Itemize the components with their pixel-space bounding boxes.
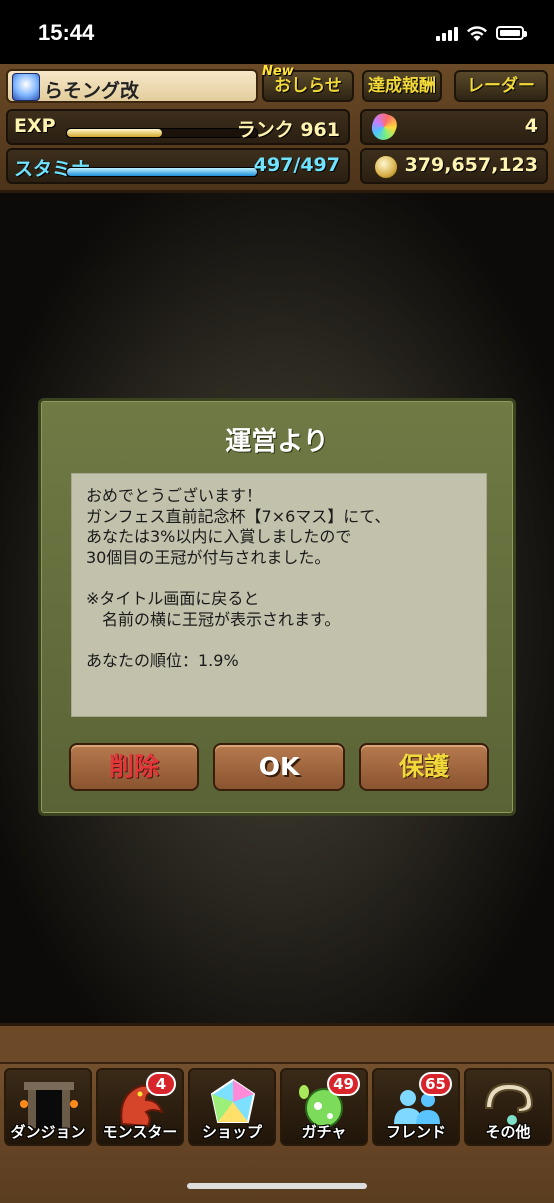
nav-shop-label: ショップ bbox=[201, 1123, 262, 1141]
message-line: ガンフェス直前記念杯【7×6マス】にて、 bbox=[86, 506, 391, 526]
dialog-title: 運営より bbox=[225, 427, 329, 457]
monster-count-badge: 4 bbox=[146, 1072, 176, 1096]
protect-button[interactable]: 保護 bbox=[359, 743, 489, 791]
friend-count-badge: 65 bbox=[419, 1072, 452, 1096]
message-line: 名前の横に王冠が表示されます。 bbox=[86, 609, 341, 629]
nav-gacha-label: ガチャ bbox=[301, 1123, 347, 1141]
exp-label: EXP bbox=[14, 115, 56, 137]
nav-monster[interactable]: 4 モンスター bbox=[96, 1068, 184, 1146]
wifi-icon bbox=[467, 26, 487, 41]
player-name: らそング改 bbox=[44, 80, 140, 102]
stamina-bar bbox=[66, 167, 258, 177]
nav-dungeon-label: ダンジョン bbox=[10, 1123, 86, 1141]
message-line bbox=[86, 568, 476, 589]
exp-bar bbox=[66, 128, 258, 138]
coin-count: 379,657,123 bbox=[404, 154, 538, 176]
message-line: 30個目の王冠が付与されました。 bbox=[86, 547, 331, 567]
message-line: あなたの順位：1.9% bbox=[86, 650, 239, 670]
player-name-box[interactable]: らそング改 bbox=[6, 69, 258, 103]
message-line bbox=[86, 630, 476, 651]
stamina-bar-fill bbox=[67, 168, 257, 176]
bottom-nav: ダンジョン 4 モンスター ショップ 49 ガチャ 65 フレンド その他 bbox=[0, 1023, 554, 1203]
magic-stone-count: 4 bbox=[524, 115, 538, 137]
message-line: あなたは3%以内に入賞しましたので bbox=[86, 527, 352, 547]
coin-counter: 379,657,123 bbox=[360, 148, 548, 184]
exp-bar-fill bbox=[67, 129, 162, 137]
exp-gauge: EXP ランク 961 bbox=[6, 109, 350, 145]
delete-button[interactable]: 削除 bbox=[69, 743, 199, 791]
battery-icon bbox=[496, 26, 527, 40]
message-line: ※タイトル画面に戻ると bbox=[86, 588, 260, 608]
gacha-count-badge: 49 bbox=[327, 1072, 360, 1096]
nav-other[interactable]: その他 bbox=[464, 1068, 552, 1146]
radar-button[interactable]: レーダー bbox=[454, 70, 548, 102]
game-header: らそング改 おしらせ New 達成報酬 レーダー EXP ランク 961 スタミ… bbox=[0, 64, 554, 193]
cellular-signal-icon bbox=[436, 27, 460, 41]
magic-stone-counter[interactable]: 4 bbox=[360, 109, 548, 145]
nav-dungeon[interactable]: ダンジョン bbox=[4, 1068, 92, 1146]
notice-dialog: 運営より おめでとうございます！ ガンフェス直前記念杯【7×6マス】にて、 あな… bbox=[38, 398, 516, 816]
message-line: おめでとうございます！ bbox=[86, 486, 263, 505]
ok-button[interactable]: OK bbox=[213, 743, 345, 791]
news-new-badge: New bbox=[262, 64, 294, 79]
nav-other-label: その他 bbox=[485, 1123, 531, 1141]
dialog-message: おめでとうございます！ ガンフェス直前記念杯【7×6マス】にて、 あなたは3%以… bbox=[71, 473, 487, 717]
player-rank-emblem-icon bbox=[12, 73, 40, 101]
dialog-ornament-icon bbox=[210, 384, 340, 398]
nav-friend-label: フレンド bbox=[385, 1123, 446, 1141]
nav-shop[interactable]: ショップ bbox=[188, 1068, 276, 1146]
nav-monster-label: モンスター bbox=[102, 1123, 178, 1141]
nav-gacha[interactable]: 49 ガチャ bbox=[280, 1068, 368, 1146]
home-indicator[interactable] bbox=[187, 1183, 367, 1189]
rank-text: ランク 961 bbox=[236, 119, 340, 141]
coin-icon bbox=[374, 155, 398, 179]
nav-top-strip bbox=[0, 1026, 554, 1064]
stamina-gauge: スタミナ 497/497 bbox=[6, 148, 350, 184]
status-time: 15:44 bbox=[38, 20, 95, 45]
stamina-value: 497/497 bbox=[253, 154, 340, 176]
achievement-rewards-button[interactable]: 達成報酬 bbox=[362, 70, 442, 102]
status-bar: 15:44 bbox=[0, 0, 554, 64]
nav-friend[interactable]: 65 フレンド bbox=[372, 1068, 460, 1146]
magic-stone-icon bbox=[368, 110, 400, 144]
